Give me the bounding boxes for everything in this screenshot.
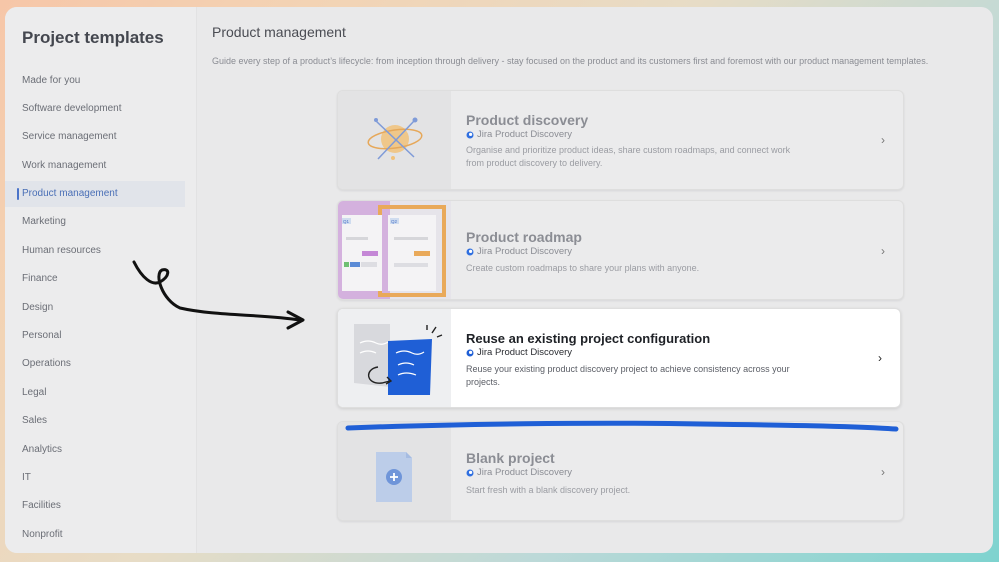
annotation-arrow [132,260,302,322]
annotation-underline [345,420,899,432]
annotation-overlay [132,260,899,432]
